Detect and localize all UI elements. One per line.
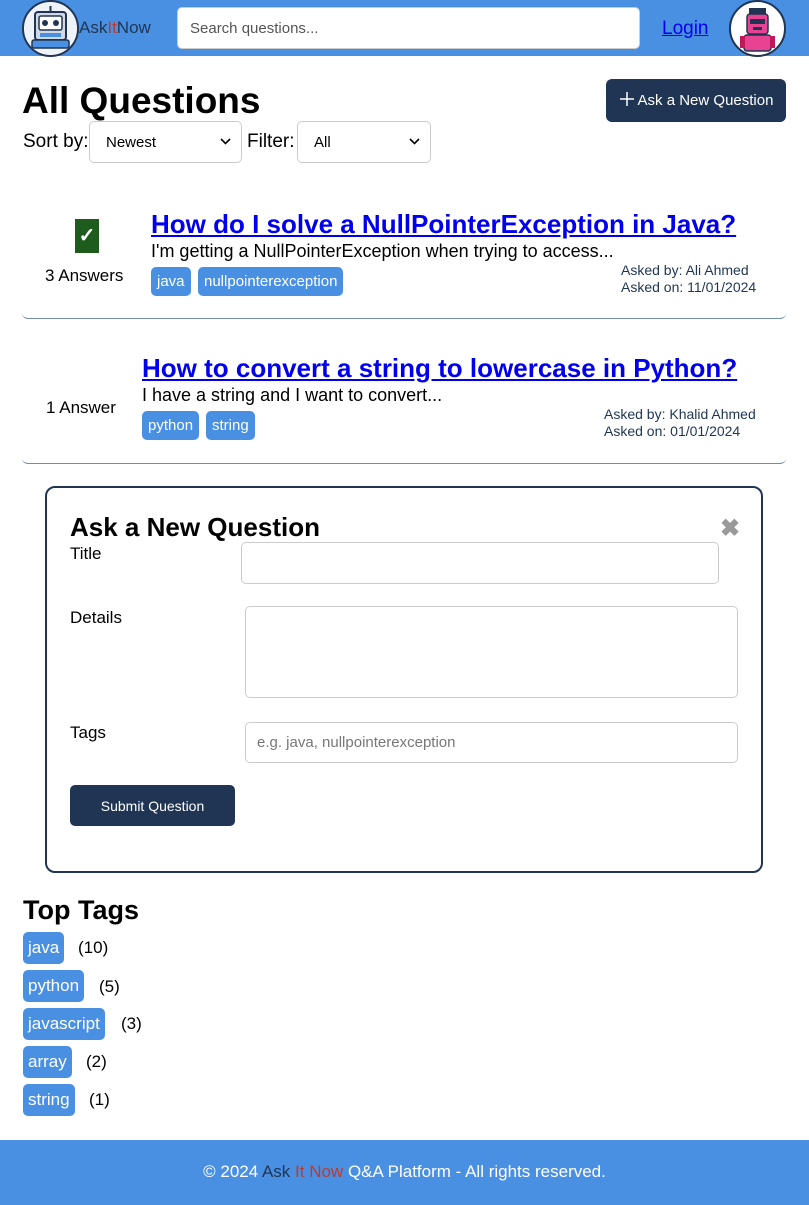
question-excerpt: I have a string and I want to convert... (142, 385, 443, 405)
filter-select-value: All (314, 133, 331, 151)
top-tag-count: (3) (121, 1014, 142, 1033)
filter-select[interactable]: All (297, 121, 431, 163)
submit-question-button[interactable]: Submit Question (70, 785, 235, 826)
answer-count: 3 Answers (45, 266, 124, 285)
top-tag-count: (10) (78, 938, 109, 957)
sort-select[interactable]: Newest (89, 121, 242, 163)
footer-copyright: © 2024 (203, 1162, 262, 1181)
asked-on: Asked on: 11/01/2024 (621, 279, 757, 295)
filter-label: Filter: (247, 131, 295, 152)
top-tag-count: (5) (99, 977, 120, 996)
footer-rights: Q&A Platform - All rights reserved. (343, 1162, 606, 1181)
footer: © 2024 Ask It Now Q&A Platform - All rig… (0, 1140, 809, 1205)
robot-logo-icon[interactable] (22, 0, 79, 57)
robot-avatar-icon[interactable] (729, 0, 786, 57)
details-textarea[interactable] (245, 606, 738, 698)
question-tag[interactable]: string (206, 411, 255, 440)
modal-title: Ask a New Question (70, 512, 320, 542)
footer-brand-ask: Ask (261, 1162, 296, 1181)
checkmark-icon: ✓ (75, 219, 99, 253)
question-title-link[interactable]: How do I solve a NullPointerException in… (151, 209, 736, 240)
question-excerpt: I'm getting a NullPointerException when … (151, 241, 614, 261)
search-input[interactable] (177, 7, 640, 49)
question-tag[interactable]: python (142, 411, 200, 440)
ask-question-button-label: Ask a New Question (637, 92, 774, 109)
page-title: All Questions (22, 80, 261, 121)
brand-now: Now (116, 18, 151, 37)
asked-by: Asked by: Khalid Ahmed (604, 406, 756, 422)
brand-ask: Ask (79, 18, 108, 37)
ask-question-button[interactable]: Ask a New Question (606, 79, 786, 122)
asked-on: Asked on: 01/01/2024 (604, 423, 741, 439)
plus-icon (619, 91, 635, 111)
brand-name[interactable]: AskItNow (79, 18, 151, 38)
top-tag-count: (1) (89, 1090, 110, 1109)
top-tag-count: (2) (86, 1052, 107, 1071)
login-link[interactable]: Login (662, 18, 709, 40)
title-label: Title (70, 544, 102, 563)
question-tag[interactable]: java (151, 267, 191, 296)
top-tags-heading: Top Tags (23, 895, 139, 925)
chevron-down-icon (220, 137, 231, 148)
top-tag[interactable]: java (23, 932, 65, 964)
question-tag[interactable]: nullpointerexception (198, 267, 344, 296)
top-tag[interactable]: javascript (23, 1008, 105, 1040)
top-nav-bar: AskItNow Login (0, 0, 809, 57)
ask-question-modal: Ask a New Question ✖ Title Details Tags … (45, 486, 763, 873)
top-tag[interactable]: string (23, 1084, 75, 1116)
asked-by: Asked by: Ali Ahmed (621, 262, 749, 278)
footer-brand-itnow: It Now (295, 1162, 344, 1181)
top-tag[interactable]: array (23, 1046, 72, 1078)
sort-select-value: Newest (106, 133, 157, 151)
answer-count: 1 Answer (46, 398, 116, 417)
question-card: 1 Answer How to convert a string to lowe… (22, 335, 786, 464)
close-icon[interactable]: ✖ (720, 514, 740, 543)
details-label: Details (70, 608, 122, 627)
question-title-link[interactable]: How to convert a string to lowercase in … (142, 353, 737, 384)
top-tag[interactable]: python (23, 970, 85, 1002)
sort-label: Sort by: (23, 131, 89, 152)
tags-label: Tags (70, 723, 106, 742)
tags-input[interactable] (245, 722, 738, 763)
title-input[interactable] (241, 542, 719, 584)
question-card: ✓ 3 Answers How do I solve a NullPointer… (22, 190, 786, 319)
chevron-down-icon (409, 137, 420, 148)
brand-it: It (107, 18, 117, 37)
